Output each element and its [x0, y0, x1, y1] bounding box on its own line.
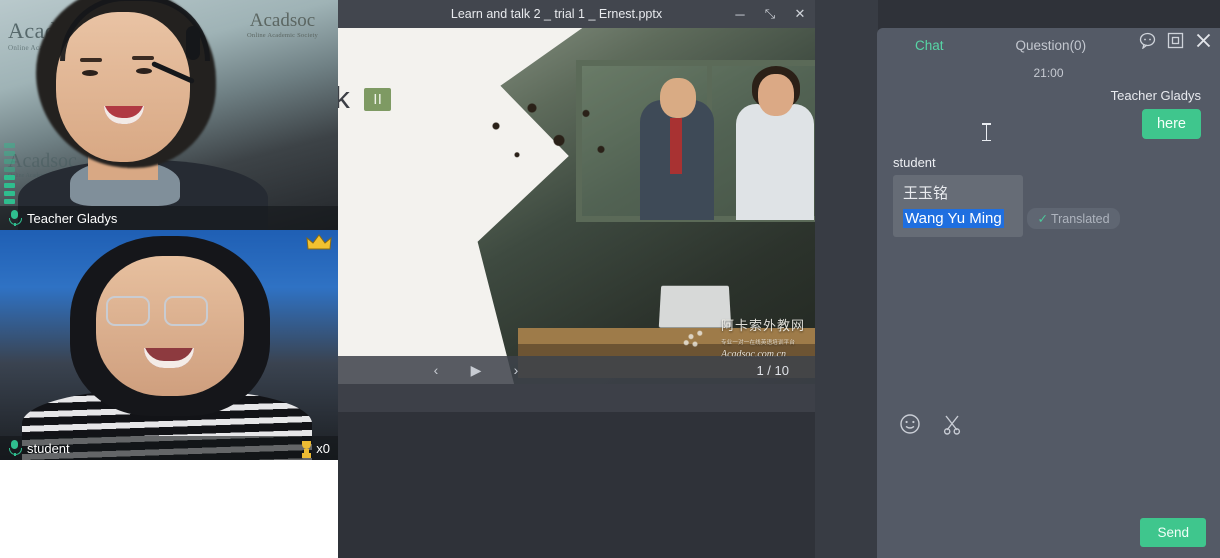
student-name-label: student: [27, 441, 70, 456]
chat-panel: Chat Question(0) 21:00 Teacher Gladys he…: [877, 28, 1220, 558]
translated-badge-label: Translated: [1051, 212, 1110, 226]
app-root: Acadsoc Online Academic Society AcadsocO…: [0, 0, 1220, 558]
crown-icon: [306, 234, 332, 252]
slide-next-button[interactable]: ›: [496, 362, 536, 378]
slide-title-text: d Talk: [338, 80, 350, 115]
chat-backdrop: [815, 0, 878, 558]
send-button[interactable]: Send: [1140, 518, 1206, 547]
check-icon: ✓: [1037, 212, 1047, 226]
slide-page-indicator: 1 / 10: [756, 363, 789, 378]
student-glasses-left: [106, 296, 150, 326]
chat-message-incoming: student 王玉铭 Wang Yu Ming ✓ Translated: [877, 155, 1220, 237]
message-bubble-teacher[interactable]: here: [1142, 109, 1201, 139]
message-sender-label: student: [893, 155, 1220, 170]
message-bubble-student[interactable]: 王玉铭 Wang Yu Ming: [893, 175, 1023, 237]
teacher-eye-right: [136, 68, 152, 74]
photo-woman-head: [758, 74, 794, 116]
teacher-headset-earcup: [186, 26, 200, 60]
photo-man-head: [660, 78, 696, 118]
ppt-window: Learn and talk 2 _ trial 1 _ Ernest.pptx…: [338, 0, 815, 412]
chat-bubble-icon[interactable]: [1139, 32, 1156, 49]
watermark-tagline: 专业一对一在线英语培训平台: [721, 340, 795, 346]
teacher-name-label: Teacher Gladys: [27, 211, 117, 226]
chat-message-outgoing: Teacher Gladys here: [877, 88, 1220, 139]
slide-title: d Talk II: [338, 80, 391, 116]
watermark-tree-icon: [675, 323, 715, 357]
chat-message-list[interactable]: 21:00 Teacher Gladys here student 王玉铭 Wa…: [877, 66, 1220, 366]
video-tile-teacher[interactable]: Acadsoc Online Academic Society AcadsocO…: [0, 0, 338, 230]
trophy-counter: x0: [300, 441, 330, 456]
restore-button[interactable]: ⤡: [755, 0, 785, 28]
slide-prev-button[interactable]: ‹: [416, 362, 456, 378]
student-face: [96, 256, 244, 396]
scissors-icon[interactable]: [941, 413, 963, 440]
message-text-original: 王玉铭: [903, 182, 1013, 203]
close-icon[interactable]: [1195, 32, 1212, 49]
slide-control-bar: ‹ ▶ › 1 / 10: [338, 356, 815, 384]
teacher-name-bar: Teacher Gladys: [0, 206, 338, 230]
microphone-icon: [8, 440, 21, 456]
ppt-title-bar[interactable]: Learn and talk 2 _ trial 1 _ Ernest.pptx…: [338, 0, 815, 28]
microphone-icon: [8, 210, 21, 226]
chat-timestamp: 21:00: [877, 66, 1220, 80]
trophy-count-label: x0: [316, 441, 330, 456]
photo-woman-body: [736, 104, 814, 220]
text-cursor-icon: [986, 123, 987, 141]
trophy-icon: [300, 441, 313, 455]
video-tile-student[interactable]: student x0: [0, 230, 338, 460]
student-name-bar: student x0: [0, 436, 338, 460]
video-empty-slot: [0, 460, 338, 558]
ink-splatter-graphic: [466, 90, 616, 180]
slide-unit-badge: II: [364, 88, 391, 111]
close-button[interactable]: ✕: [785, 0, 815, 28]
tab-chat[interactable]: Chat: [905, 38, 954, 53]
chat-compose-area: Send: [877, 408, 1220, 558]
slide-play-button[interactable]: ▶: [456, 362, 496, 379]
watermark-cn-label: 阿卡索外教网: [721, 318, 805, 333]
chat-header: Chat Question(0): [877, 28, 1220, 62]
tab-question[interactable]: Question(0): [1006, 38, 1097, 53]
popout-window-icon[interactable]: [1167, 32, 1184, 49]
student-glasses-right: [164, 296, 208, 326]
audio-level-meter: [4, 143, 15, 204]
teacher-eye-left: [82, 70, 98, 76]
minimize-button[interactable]: ─: [725, 0, 755, 28]
backdrop-logo-right: AcadsocOnline Academic Society: [247, 10, 318, 39]
slide-canvas[interactable]: d TalkII nema 阿卡索外教网 专业一对一在线英: [338, 28, 815, 384]
emoji-smiley-icon[interactable]: [899, 413, 921, 440]
ppt-title-label: Learn and talk 2 _ trial 1 _ Ernest.pptx: [338, 7, 725, 21]
translated-badge: ✓ Translated: [1027, 208, 1119, 229]
acadsoc-watermark: 阿卡索外教网 专业一对一在线英语培训平台 Acadsoc.com.cn: [675, 319, 805, 360]
photo-man-tie: [670, 118, 682, 174]
video-column: Acadsoc Online Academic Society AcadsocO…: [0, 0, 338, 558]
message-sender-label: Teacher Gladys: [1111, 88, 1201, 103]
message-text-translated-selected[interactable]: Wang Yu Ming: [903, 209, 1004, 228]
compose-toolbar: [877, 408, 1220, 444]
